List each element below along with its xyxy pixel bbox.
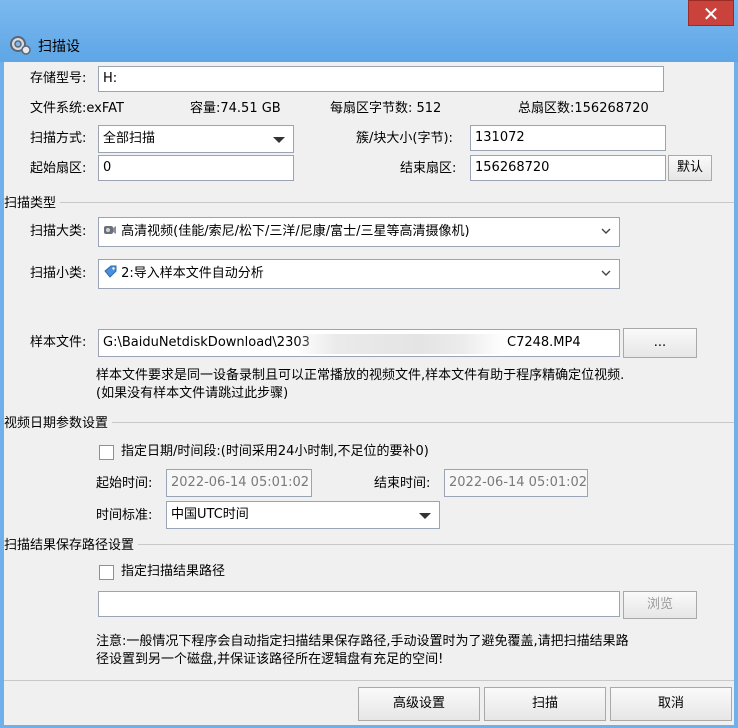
end-time-field[interactable]: 2022-06-14 05:01:02 — [444, 469, 588, 497]
start-sector-field[interactable]: 0 — [98, 155, 294, 181]
sample-file-path-right: C7248.MP4 — [507, 335, 581, 350]
start-time-label: 起始时间: — [96, 476, 153, 491]
sample-file-field[interactable]: G:\BaiduNetdiskDownload\2303 C7248.MP4 — [98, 329, 620, 357]
sample-browse-button[interactable]: ... — [623, 328, 697, 358]
dropdown-arrow-icon — [273, 137, 285, 143]
timezone-label: 时间标准: — [96, 508, 153, 523]
date-params-group: 视频日期参数设置 指定日期/时间段:(时间采用24小时制,不足位的要补0) 起始… — [4, 415, 734, 532]
major-type-label: 扫描大类: — [30, 224, 87, 239]
model-field[interactable]: H: — [98, 66, 664, 92]
result-path-title: 扫描结果保存路径设置 — [4, 537, 139, 555]
default-button[interactable]: 默认 — [668, 155, 712, 181]
scan-mode-value: 全部扫描 — [103, 131, 156, 146]
gear-scan-icon — [10, 36, 31, 55]
filesystem-text: 文件系统:exFAT — [30, 101, 124, 116]
action-bar: 高级设置 扫描 取消 — [4, 680, 734, 725]
tag-icon — [104, 265, 117, 278]
result-browse-button[interactable]: 浏览 — [623, 591, 697, 619]
title-bar: 扫描设 ✕ — [0, 0, 738, 62]
result-path-checkbox[interactable] — [99, 565, 114, 580]
close-button[interactable]: ✕ — [688, 0, 734, 26]
end-sector-label: 结束扇区: — [400, 161, 457, 176]
model-label: 存储型号: — [30, 71, 87, 86]
timezone-select[interactable]: 中国UTC时间 — [166, 501, 440, 529]
camcorder-icon — [104, 226, 116, 234]
major-type-select[interactable]: 高清视频(佳能/索尼/松下/三洋/尼康/富士/三星等高清摄像机) — [98, 217, 620, 247]
date-range-label: 指定日期/时间段:(时间采用24小时制,不足位的要补0) — [121, 444, 429, 459]
major-type-value: 高清视频(佳能/索尼/松下/三洋/尼康/富士/三星等高清摄像机) — [121, 224, 470, 239]
result-path-note: 注意:一般情况下程序会自动指定扫描结果保存路径,手动设置时为了避免覆盖,请把扫描… — [96, 634, 629, 667]
end-time-label: 结束时间: — [374, 476, 431, 491]
scan-mode-select[interactable]: 全部扫描 — [98, 125, 294, 153]
minor-type-label: 扫描小类: — [30, 266, 87, 281]
cancel-button[interactable]: 取消 — [610, 687, 732, 721]
scan-type-title: 扫描类型 — [4, 195, 61, 213]
minor-type-value: 2:导入样本文件自动分析 — [121, 266, 264, 281]
scan-type-group: 扫描类型 扫描大类: 高清视频(佳能/索尼/松下/三洋/尼康/富士/三星等高清摄… — [4, 195, 734, 412]
cluster-size-label: 簇/块大小(字节): — [356, 131, 453, 146]
result-path-checkbox-label: 指定扫描结果路径 — [121, 564, 226, 579]
dropdown-arrow-icon — [419, 513, 431, 519]
dialog-body: 存储型号: H: 文件系统:exFAT 容量:74.51 GB 每扇区字节数: … — [4, 62, 734, 725]
start-sector-label: 起始扇区: — [30, 161, 87, 176]
cluster-size-field[interactable]: 131072 — [470, 125, 666, 151]
minor-type-select[interactable]: 2:导入样本文件自动分析 — [98, 259, 620, 289]
scan-button[interactable]: 扫描 — [484, 687, 606, 721]
scan-settings-window: 扫描设 ✕ 存储型号: H: 文件系统:exFAT 容量:74.51 GB 每扇… — [0, 0, 738, 728]
sample-file-label: 样本文件: — [30, 335, 87, 350]
sample-file-note: 样本文件要求是同一设备录制且可以正常播放的视频文件,样本文件有助于程序精确定位视… — [96, 368, 625, 401]
total-sectors-text: 总扇区数:156268720 — [518, 101, 649, 116]
date-range-checkbox[interactable] — [99, 445, 114, 460]
start-time-field[interactable]: 2022-06-14 05:01:02 — [166, 469, 312, 497]
redaction-blur — [295, 334, 505, 354]
window-title: 扫描设 — [38, 39, 80, 55]
capacity-text: 容量:74.51 GB — [190, 101, 281, 116]
result-path-group: 扫描结果保存路径设置 指定扫描结果路径 浏览 注意:一般情况下程序会自动指定扫描… — [4, 537, 734, 680]
chevron-down-icon — [601, 270, 611, 276]
end-sector-field[interactable]: 156268720 — [470, 155, 666, 181]
result-path-field[interactable] — [98, 591, 620, 617]
chevron-down-icon — [601, 228, 611, 234]
timezone-value: 中国UTC时间 — [171, 507, 249, 522]
date-params-title: 视频日期参数设置 — [4, 415, 113, 433]
advanced-settings-button[interactable]: 高级设置 — [358, 687, 480, 721]
scan-mode-label: 扫描方式: — [30, 131, 87, 146]
sector-bytes-text: 每扇区字节数: 512 — [330, 101, 442, 116]
sample-file-path-left: G:\BaiduNetdiskDownload\2303 — [103, 335, 310, 350]
